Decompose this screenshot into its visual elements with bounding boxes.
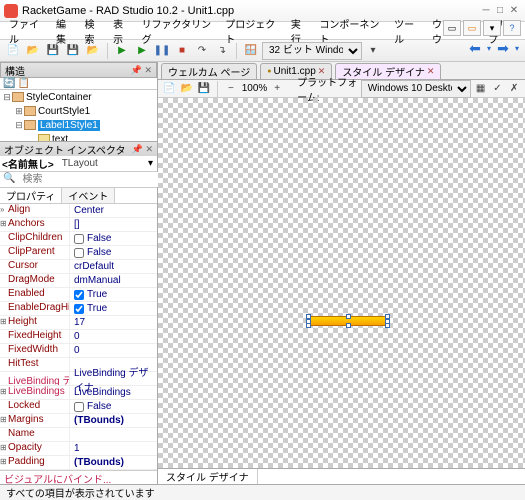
layout-toolbar: ▭ ▭ ▾ ?	[443, 20, 521, 36]
property-row[interactable]: ⊞Opacity1	[0, 442, 157, 456]
property-row[interactable]: ⊞Padding(TBounds)	[0, 456, 157, 470]
open-project-icon[interactable]: 📂	[84, 42, 102, 60]
zoom-value: 100%	[241, 83, 267, 94]
oi-instance-select[interactable]: <名前無し> TLayout ▾	[0, 156, 157, 172]
statusbar: すべての項目が表示されています	[0, 484, 525, 500]
property-row[interactable]: ⊞Margins(TBounds)	[0, 414, 157, 428]
apply-icon[interactable]: ✓	[491, 80, 505, 98]
designer-toolbar: 📄 📂 💾 − 100% + プラットフォーム: Windows 10 Desk…	[158, 80, 525, 98]
tree-item-selected[interactable]: ⊟ Label1Style1	[0, 118, 157, 132]
resize-handle[interactable]	[385, 323, 390, 328]
property-row[interactable]: ⊞LiveBindingsLiveBindings	[0, 386, 157, 400]
save-all-icon[interactable]: 💾	[64, 42, 82, 60]
property-row[interactable]: Name	[0, 428, 157, 442]
property-checkbox[interactable]	[74, 290, 84, 300]
layout-btn-3[interactable]: ▾	[483, 20, 501, 36]
layout-btn-1[interactable]: ▭	[443, 20, 461, 36]
nav-forward-icon[interactable]: ➡	[493, 40, 513, 56]
oi-tab-props[interactable]: プロパティ	[0, 188, 62, 203]
minimize-button[interactable]: ─	[479, 5, 493, 16]
property-row[interactable]: ⊞Height17	[0, 316, 157, 330]
bottom-tabs: スタイル デザイナ	[158, 468, 525, 484]
open-style-icon[interactable]: 📂	[179, 80, 193, 98]
property-row[interactable]: LiveBinding デザイナLiveBinding デザイナ	[0, 372, 157, 386]
property-row[interactable]: ClipParentFalse	[0, 246, 157, 260]
target-dropdown-icon[interactable]: ▾	[364, 42, 382, 60]
structure-header: 構造 📌 ✕	[0, 62, 157, 78]
run-icon[interactable]: ▶	[113, 42, 131, 60]
pause-icon[interactable]: ❚❚	[153, 42, 171, 60]
zoom-out-icon[interactable]: −	[224, 80, 238, 98]
platform-select[interactable]: Windows 10 Desktop	[361, 80, 471, 98]
tree-item[interactable]: text	[0, 132, 157, 141]
oi-header: オブジェクト インスペクタ 📌 ✕	[0, 142, 157, 156]
step-into-icon[interactable]: ↴	[213, 42, 231, 60]
property-row[interactable]: EnabledTrue	[0, 288, 157, 302]
property-row[interactable]: FixedHeight0	[0, 330, 157, 344]
structure-tb-2[interactable]: 📋	[17, 78, 29, 89]
menu-tools[interactable]: ツール	[389, 16, 427, 46]
oi-search[interactable]: 🔍	[0, 172, 157, 188]
target-select[interactable]: 32 ビット Windows	[262, 42, 362, 60]
structure-tb-1[interactable]: 🔄	[3, 78, 15, 89]
cancel-icon[interactable]: ✗	[507, 80, 521, 98]
zoom-in-icon[interactable]: +	[270, 80, 284, 98]
designer-canvas[interactable]	[158, 98, 525, 468]
run-no-debug-icon[interactable]: ▶	[133, 42, 151, 60]
property-row[interactable]: FixedWidth0	[0, 344, 157, 358]
property-row[interactable]: CursorcrDefault	[0, 260, 157, 274]
platform-config-icon[interactable]: ▦	[474, 80, 488, 98]
target-icon: 🪟	[242, 42, 260, 60]
property-checkbox[interactable]	[74, 248, 84, 258]
maximize-button[interactable]: □	[493, 5, 507, 16]
resize-handle[interactable]	[306, 323, 311, 328]
selected-component[interactable]	[308, 316, 388, 326]
resize-handle[interactable]	[346, 323, 351, 328]
property-row[interactable]: LockedFalse	[0, 400, 157, 414]
oi-search-input[interactable]	[18, 172, 158, 187]
tree-root[interactable]: ⊟ StyleContainer	[0, 90, 157, 104]
nav-back-icon[interactable]: ⬅	[465, 40, 485, 56]
new-doc-icon[interactable]: 📄	[162, 80, 176, 98]
nav-arrows: ⬅ ▾ ➡ ▾	[465, 40, 519, 56]
tab-welcome[interactable]: ウェルカム ページ	[161, 63, 257, 79]
bottom-tab-style[interactable]: スタイル デザイナ	[158, 469, 258, 484]
property-row[interactable]: ClipChildrenFalse	[0, 232, 157, 246]
property-checkbox[interactable]	[74, 234, 84, 244]
close-button[interactable]: ✕	[507, 5, 521, 16]
tree-item[interactable]: ⊞ CourtStyle1	[0, 104, 157, 118]
property-row[interactable]: EnableDragHighlightTrue	[0, 302, 157, 316]
property-row[interactable]: ⊞Anchors[]	[0, 218, 157, 232]
property-row[interactable]: DragModedmManual	[0, 274, 157, 288]
oi-footer-link[interactable]: ビジュアルにバインド...	[0, 470, 157, 484]
resize-handle[interactable]	[346, 314, 351, 319]
property-checkbox[interactable]	[74, 402, 84, 412]
layout-btn-2[interactable]: ▭	[463, 20, 481, 36]
property-checkbox[interactable]	[74, 304, 84, 314]
oi-tab-events[interactable]: イベント	[62, 188, 115, 203]
object-inspector: オブジェクト インスペクタ 📌 ✕ <名前無し> TLayout ▾ 🔍 プロパ…	[0, 141, 157, 484]
step-over-icon[interactable]: ↷	[193, 42, 211, 60]
oi-property-grid[interactable]: »AlignCenter⊞Anchors[]ClipChildrenFalseC…	[0, 204, 157, 470]
property-row[interactable]: »AlignCenter	[0, 204, 157, 218]
open-icon[interactable]: 📂	[24, 42, 42, 60]
save-style-icon[interactable]: 💾	[197, 80, 211, 98]
structure-tree[interactable]: ⊟ StyleContainer ⊞ CourtStyle1 ⊟ Label1S…	[0, 90, 157, 141]
layout-help[interactable]: ?	[503, 20, 521, 36]
stop-icon[interactable]: ■	[173, 42, 191, 60]
save-icon[interactable]: 💾	[44, 42, 62, 60]
new-items-icon[interactable]: 📄	[4, 42, 22, 60]
